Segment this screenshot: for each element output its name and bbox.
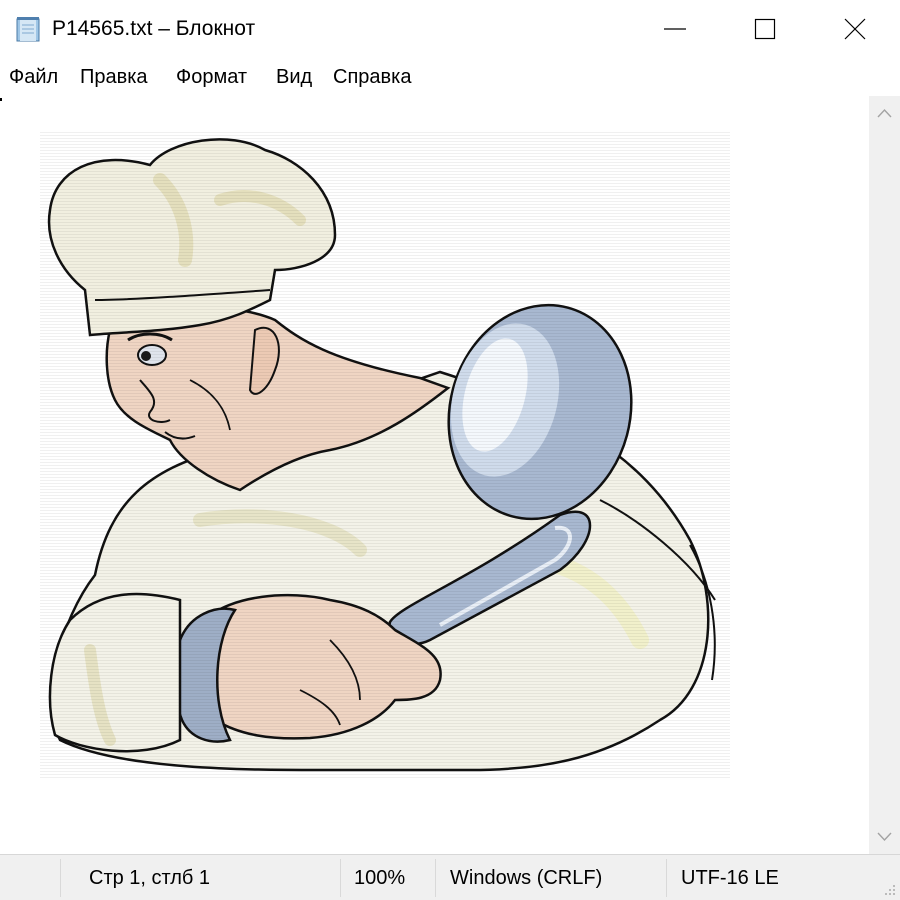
scroll-up-button[interactable]: [869, 96, 900, 130]
close-button[interactable]: [810, 0, 900, 58]
minimize-icon: [664, 28, 686, 30]
status-line-ending: Windows (CRLF): [450, 867, 603, 889]
maximize-icon: [754, 18, 776, 40]
chevron-up-icon: [877, 108, 892, 118]
vertical-scrollbar[interactable]: [869, 96, 900, 854]
chevron-down-icon: [877, 832, 892, 842]
menu-format[interactable]: Формат: [176, 65, 247, 89]
status-encoding: UTF-16 LE: [681, 867, 779, 889]
menu-edit[interactable]: Правка: [80, 65, 148, 89]
menu-file[interactable]: Файл: [9, 65, 58, 89]
minimize-button[interactable]: [630, 0, 720, 58]
notepad-icon: [14, 16, 42, 42]
menu-bar: Файл Правка Формат Вид Справка: [0, 58, 900, 96]
status-divider: [60, 859, 61, 897]
text-caret: [0, 98, 2, 101]
status-zoom: 100%: [354, 867, 406, 889]
text-editor[interactable]: [0, 96, 869, 854]
chef-ascii-art: [40, 130, 730, 780]
status-divider: [435, 859, 436, 897]
scroll-down-button[interactable]: [869, 820, 900, 854]
resize-grip-icon[interactable]: [882, 882, 896, 896]
status-cursor-position: Стр 1, стлб 1: [89, 867, 211, 889]
menu-view[interactable]: Вид: [276, 65, 312, 89]
menu-help[interactable]: Справка: [333, 65, 411, 89]
status-divider: [666, 859, 667, 897]
status-bar: Стр 1, стлб 1 100% Windows (CRLF) UTF-16…: [0, 854, 900, 900]
status-divider: [340, 859, 341, 897]
close-icon: [844, 18, 866, 40]
title-bar: P14565.txt – Блокнот: [0, 0, 900, 58]
window-title: P14565.txt – Блокнот: [52, 17, 256, 40]
maximize-button[interactable]: [720, 0, 810, 58]
